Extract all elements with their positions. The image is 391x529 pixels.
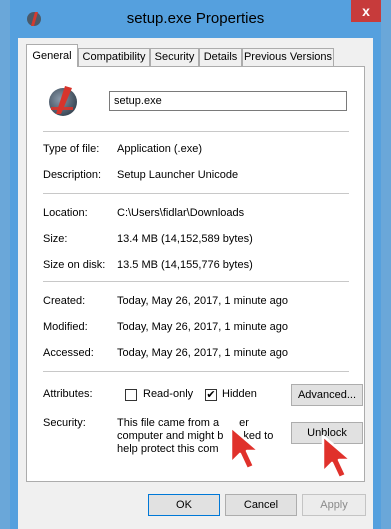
accessed-label: Accessed: (43, 347, 94, 359)
dialog-client: General Compatibility Security Details P… (18, 38, 373, 529)
type-value: Application (.exe) (117, 143, 202, 155)
app-logo-icon (49, 86, 77, 116)
separator (43, 193, 349, 194)
size-label: Size: (43, 233, 68, 245)
arrow-cursor-icon (321, 434, 353, 480)
filename-field[interactable]: setup.exe (109, 91, 347, 111)
modified-value: Today, May 26, 2017, 1 minute ago (117, 321, 289, 333)
window-title: setup.exe Properties (126, 10, 265, 27)
security-text-line1-part1: This file came from a (117, 417, 220, 429)
separator (43, 281, 349, 282)
attributes-label: Attributes: (43, 388, 93, 400)
size-value: 13.4 MB (14,152,589 bytes) (117, 233, 253, 245)
description-label: Description: (43, 169, 102, 181)
hidden-label[interactable]: Hidden (222, 388, 257, 400)
security-label: Security: (43, 417, 86, 429)
location-label: Location: (43, 207, 88, 219)
ok-button[interactable]: OK (148, 494, 220, 516)
created-value: Today, May 26, 2017, 1 minute ago (117, 295, 289, 307)
close-button[interactable]: x (351, 0, 381, 22)
modified-label: Modified: (43, 321, 88, 333)
arrow-cursor-icon (229, 425, 261, 471)
location-value: C:\Users\fidlar\Downloads (117, 207, 245, 219)
title-bar: setup.exe Properties x (10, 0, 381, 38)
separator (43, 371, 349, 372)
security-text-line2-part1: computer and might b (117, 430, 224, 442)
tab-previous-versions[interactable]: Previous Versions (242, 48, 334, 66)
size-on-disk-label: Size on disk: (43, 259, 106, 271)
advanced-button[interactable]: Advanced... (291, 384, 363, 406)
type-label: Type of file: (43, 143, 100, 155)
tab-security[interactable]: Security (150, 48, 199, 66)
accessed-value: Today, May 26, 2017, 1 minute ago (117, 347, 289, 359)
separator (43, 131, 349, 132)
cancel-button[interactable]: Cancel (225, 494, 297, 516)
tab-details[interactable]: Details (199, 48, 242, 66)
readonly-label[interactable]: Read-only (143, 388, 193, 400)
readonly-checkbox[interactable] (125, 389, 137, 401)
tab-general[interactable]: General (26, 44, 78, 67)
created-label: Created: (43, 295, 86, 307)
apply-button[interactable]: Apply (302, 494, 366, 516)
description-value: Setup Launcher Unicode (117, 169, 239, 181)
hidden-checkbox[interactable]: ✔ (205, 389, 217, 401)
properties-window: setup.exe Properties x General Compatibi… (10, 0, 381, 529)
general-panel: setup.exe Type of file: Application (.ex… (26, 66, 365, 482)
tab-compatibility[interactable]: Compatibility (78, 48, 150, 66)
size-on-disk-value: 13.5 MB (14,155,776 bytes) (117, 259, 253, 271)
security-text-line3: help protect this com (117, 443, 219, 455)
